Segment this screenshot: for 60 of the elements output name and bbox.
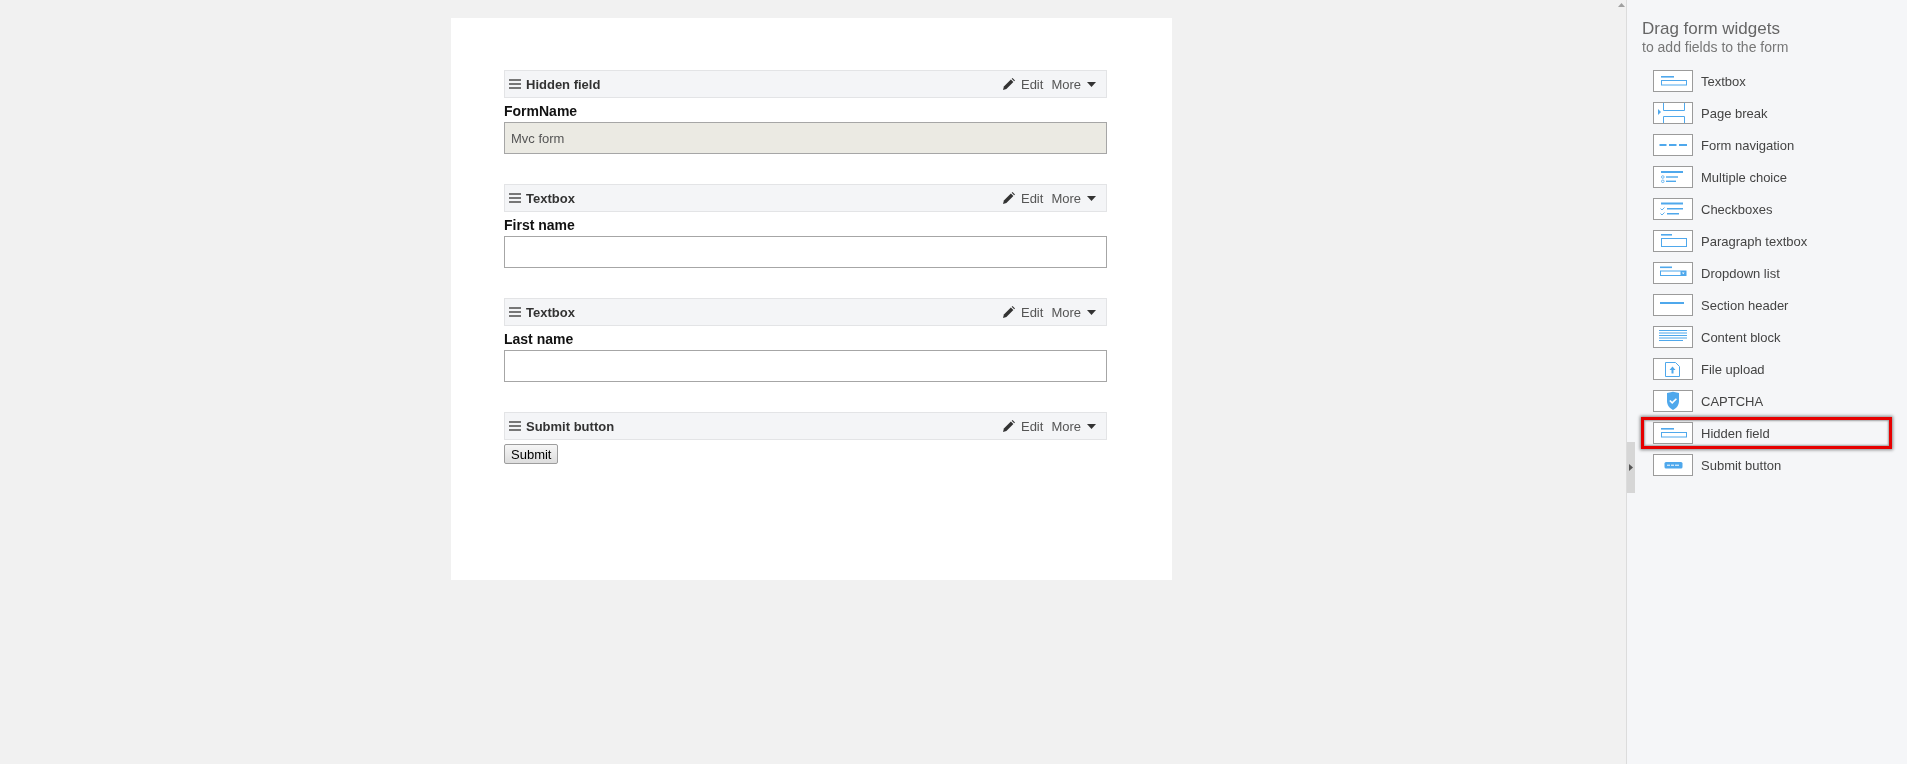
dropdown-icon: [1653, 262, 1693, 284]
textbox-icon: [1653, 422, 1693, 444]
drag-handle-icon[interactable]: [509, 307, 521, 317]
sidebar-subtitle: to add fields to the form: [1642, 39, 1790, 56]
text-field[interactable]: [504, 350, 1107, 382]
edit-button[interactable]: Edit: [1002, 76, 1044, 92]
field-type-title: Submit button: [526, 418, 616, 434]
drag-handle-icon[interactable]: [509, 193, 521, 203]
drag-handle-icon[interactable]: [509, 79, 521, 89]
page-break-icon: [1653, 102, 1693, 124]
caret-icon: [1087, 195, 1096, 201]
field-type-title: Textbox: [526, 304, 576, 320]
widget-item[interactable]: Paragraph textbox: [1641, 225, 1892, 257]
edit-button[interactable]: Edit: [1002, 190, 1044, 206]
text-lines-icon: [1653, 326, 1693, 348]
sidebar-toggle-handle[interactable]: [1627, 442, 1635, 493]
more-button[interactable]: More: [1051, 76, 1096, 92]
widget-item[interactable]: Textbox: [1641, 65, 1892, 97]
widget-item[interactable]: Content block: [1641, 321, 1892, 353]
shield-check-icon: [1653, 390, 1693, 412]
widget-item[interactable]: Hidden field: [1641, 417, 1892, 449]
readonly-text-field[interactable]: Mvc form: [504, 122, 1107, 154]
scroll-up-arrow-icon[interactable]: [1618, 3, 1625, 7]
field-type-title: Textbox: [526, 190, 576, 206]
pencil-icon: [1002, 192, 1015, 204]
field-type-title: Hidden field: [526, 76, 602, 92]
widget-item[interactable]: File upload: [1641, 353, 1892, 385]
radio-list-icon: [1653, 166, 1693, 188]
submit-button[interactable]: Submit: [504, 444, 559, 464]
widget-item[interactable]: Page break: [1641, 97, 1892, 129]
widget-item[interactable]: Submit button: [1641, 449, 1892, 481]
more-button[interactable]: More: [1051, 190, 1096, 206]
edit-button[interactable]: Edit: [1002, 304, 1044, 320]
textbox-icon: [1653, 70, 1693, 92]
widget-item[interactable]: CAPTCHA: [1641, 385, 1892, 417]
more-button[interactable]: More: [1051, 304, 1096, 320]
field-label: First name: [504, 217, 576, 234]
caret-icon: [1087, 309, 1096, 315]
widget-item[interactable]: Checkboxes: [1641, 193, 1892, 225]
edit-button[interactable]: Edit: [1002, 418, 1044, 434]
pencil-icon: [1002, 306, 1015, 318]
drag-handle-icon[interactable]: [509, 421, 521, 431]
text-field[interactable]: [504, 236, 1107, 268]
sidebar-title: Drag form widgets: [1642, 19, 1781, 39]
caret-icon: [1087, 81, 1096, 87]
caret-icon: [1629, 464, 1633, 471]
pencil-icon: [1002, 78, 1015, 90]
pencil-icon: [1002, 420, 1015, 432]
textarea-icon: [1653, 230, 1693, 252]
widget-item[interactable]: Section header: [1641, 289, 1892, 321]
more-button[interactable]: More: [1051, 418, 1096, 434]
widget-item[interactable]: Form navigation: [1641, 129, 1892, 161]
checklist-icon: [1653, 198, 1693, 220]
widget-item[interactable]: Dropdown list: [1641, 257, 1892, 289]
button-icon: [1653, 454, 1693, 476]
upload-icon: [1653, 358, 1693, 380]
field-label: Last name: [504, 331, 575, 348]
field-label: FormName: [504, 103, 579, 120]
caret-icon: [1087, 423, 1096, 429]
widget-item[interactable]: Multiple choice: [1641, 161, 1892, 193]
